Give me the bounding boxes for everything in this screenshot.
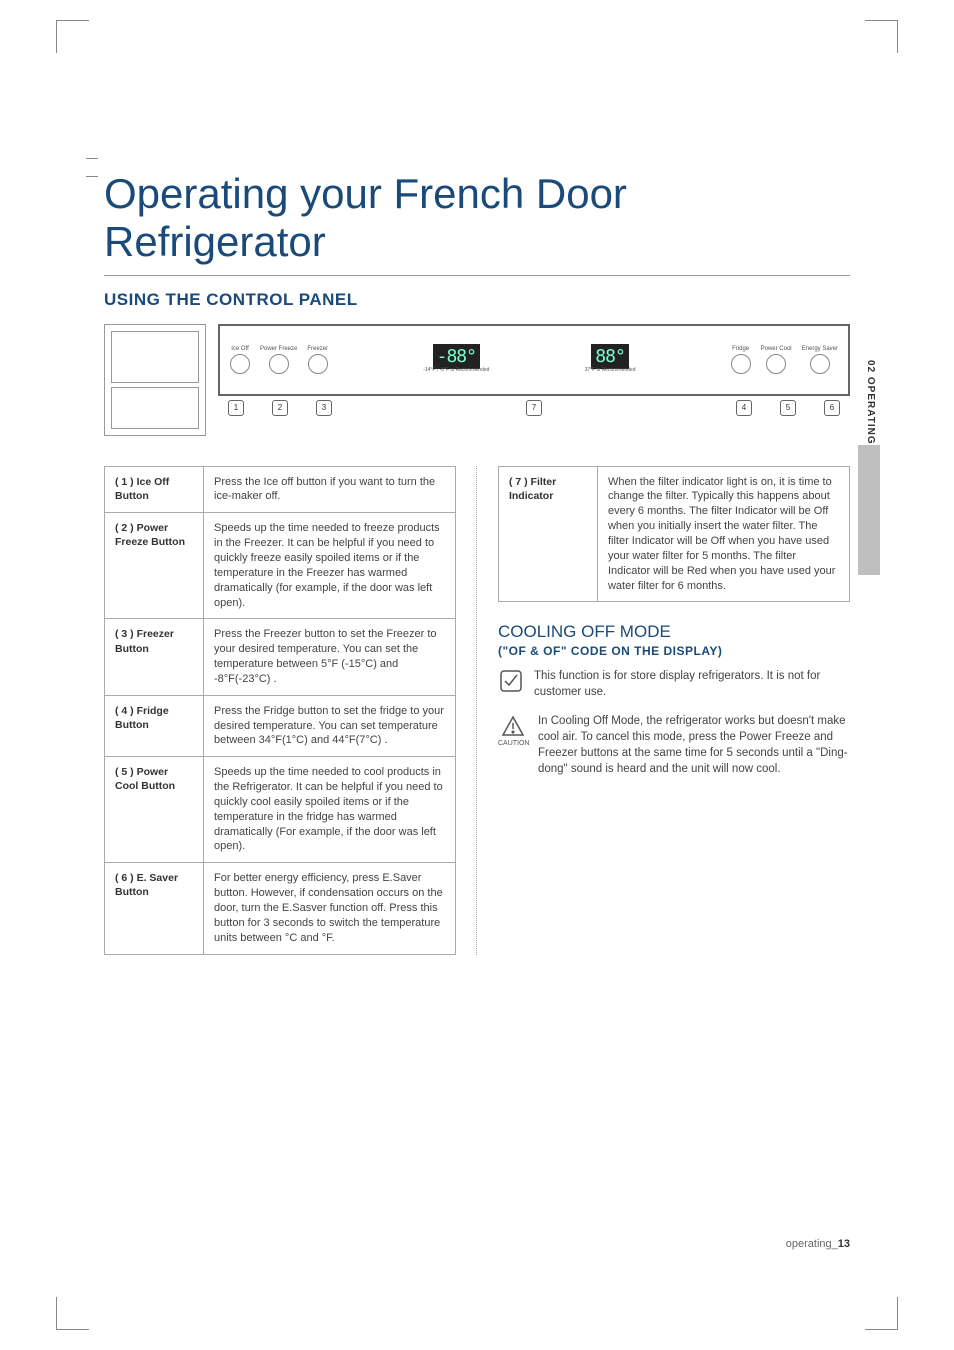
callout-7: 7 — [526, 400, 542, 416]
panel-btn-fridge: Fridge — [732, 346, 749, 352]
row3-desc: Press the Freezer button to set the Free… — [204, 619, 456, 695]
row5-label: ( 5 ) Power Cool Button — [105, 757, 204, 863]
panel-seg-right: 88° — [591, 344, 629, 369]
row1-label: ( 1 ) Ice Off Button — [105, 466, 204, 513]
row2-label: ( 2 ) Power Freeze Button — [105, 513, 204, 619]
panel-seg-left: -88° — [433, 344, 480, 369]
cooling-heading: COOLING OFF MODE — [498, 622, 850, 642]
right-table: ( 7 ) Filter Indicator When the filter i… — [498, 466, 850, 603]
row1-desc: Press the Ice off button if you want to … — [204, 466, 456, 513]
callout-6: 6 — [824, 400, 840, 416]
caution-label: CAUTION — [498, 739, 528, 749]
control-panel-illustration: Ice Off Power Freeze Freezer -88° -14°F … — [218, 324, 850, 396]
footer-page: 13 — [838, 1238, 850, 1250]
section-using: USING THE CONTROL PANEL — [104, 290, 850, 310]
panel-btn-energy-saver: Energy Saver — [802, 346, 838, 352]
callout-4: 4 — [736, 400, 752, 416]
row2-desc: Speeds up the time needed to freeze prod… — [204, 513, 456, 619]
callout-5: 5 — [780, 400, 796, 416]
panel-btn-freezer: Freezer — [307, 346, 328, 352]
callout-3: 3 — [316, 400, 332, 416]
panel-rec-right: 37°F is Recommended — [585, 367, 636, 373]
note-icon — [498, 668, 524, 694]
row6-desc: For better energy efficiency, press E.Sa… — [204, 863, 456, 954]
caution-icon — [500, 713, 526, 739]
row4-desc: Press the Fridge button to set the fridg… — [204, 695, 456, 757]
control-panel-figure: Ice Off Power Freeze Freezer -88° -14°F … — [104, 324, 850, 436]
row6-label: ( 6 ) E. Saver Button — [105, 863, 204, 954]
row5-desc: Speeds up the time needed to cool produc… — [204, 757, 456, 863]
callout-1: 1 — [228, 400, 244, 416]
page-title: Operating your French Door Refrigerator — [104, 170, 850, 276]
page-footer: operating_13 — [786, 1238, 850, 1250]
cooling-note1: This function is for store display refri… — [534, 668, 850, 700]
cooling-subheading: ("OF & OF" CODE ON THE DISPLAY) — [498, 644, 850, 658]
row4-label: ( 4 ) Fridge Button — [105, 695, 204, 757]
panel-btn-power-cool: Power Cool — [761, 346, 792, 352]
cooling-note2: In Cooling Off Mode, the refrigerator wo… — [538, 713, 850, 777]
panel-btn-power-freeze: Power Freeze — [260, 346, 297, 352]
row7-label: ( 7 ) Filter Indicator — [498, 466, 597, 602]
row7-desc: When the filter indicator light is on, i… — [597, 466, 849, 602]
callout-2: 2 — [272, 400, 288, 416]
footer-text: operating_ — [786, 1238, 838, 1250]
fridge-illustration — [104, 324, 206, 436]
panel-btn-ice-off: Ice Off — [231, 346, 249, 352]
row3-label: ( 3 ) Freezer Button — [105, 619, 204, 695]
left-table: ( 1 ) Ice Off Button Press the Ice off b… — [104, 466, 456, 955]
panel-rec-left: -14°F / -8°F is Recommended — [423, 367, 489, 373]
